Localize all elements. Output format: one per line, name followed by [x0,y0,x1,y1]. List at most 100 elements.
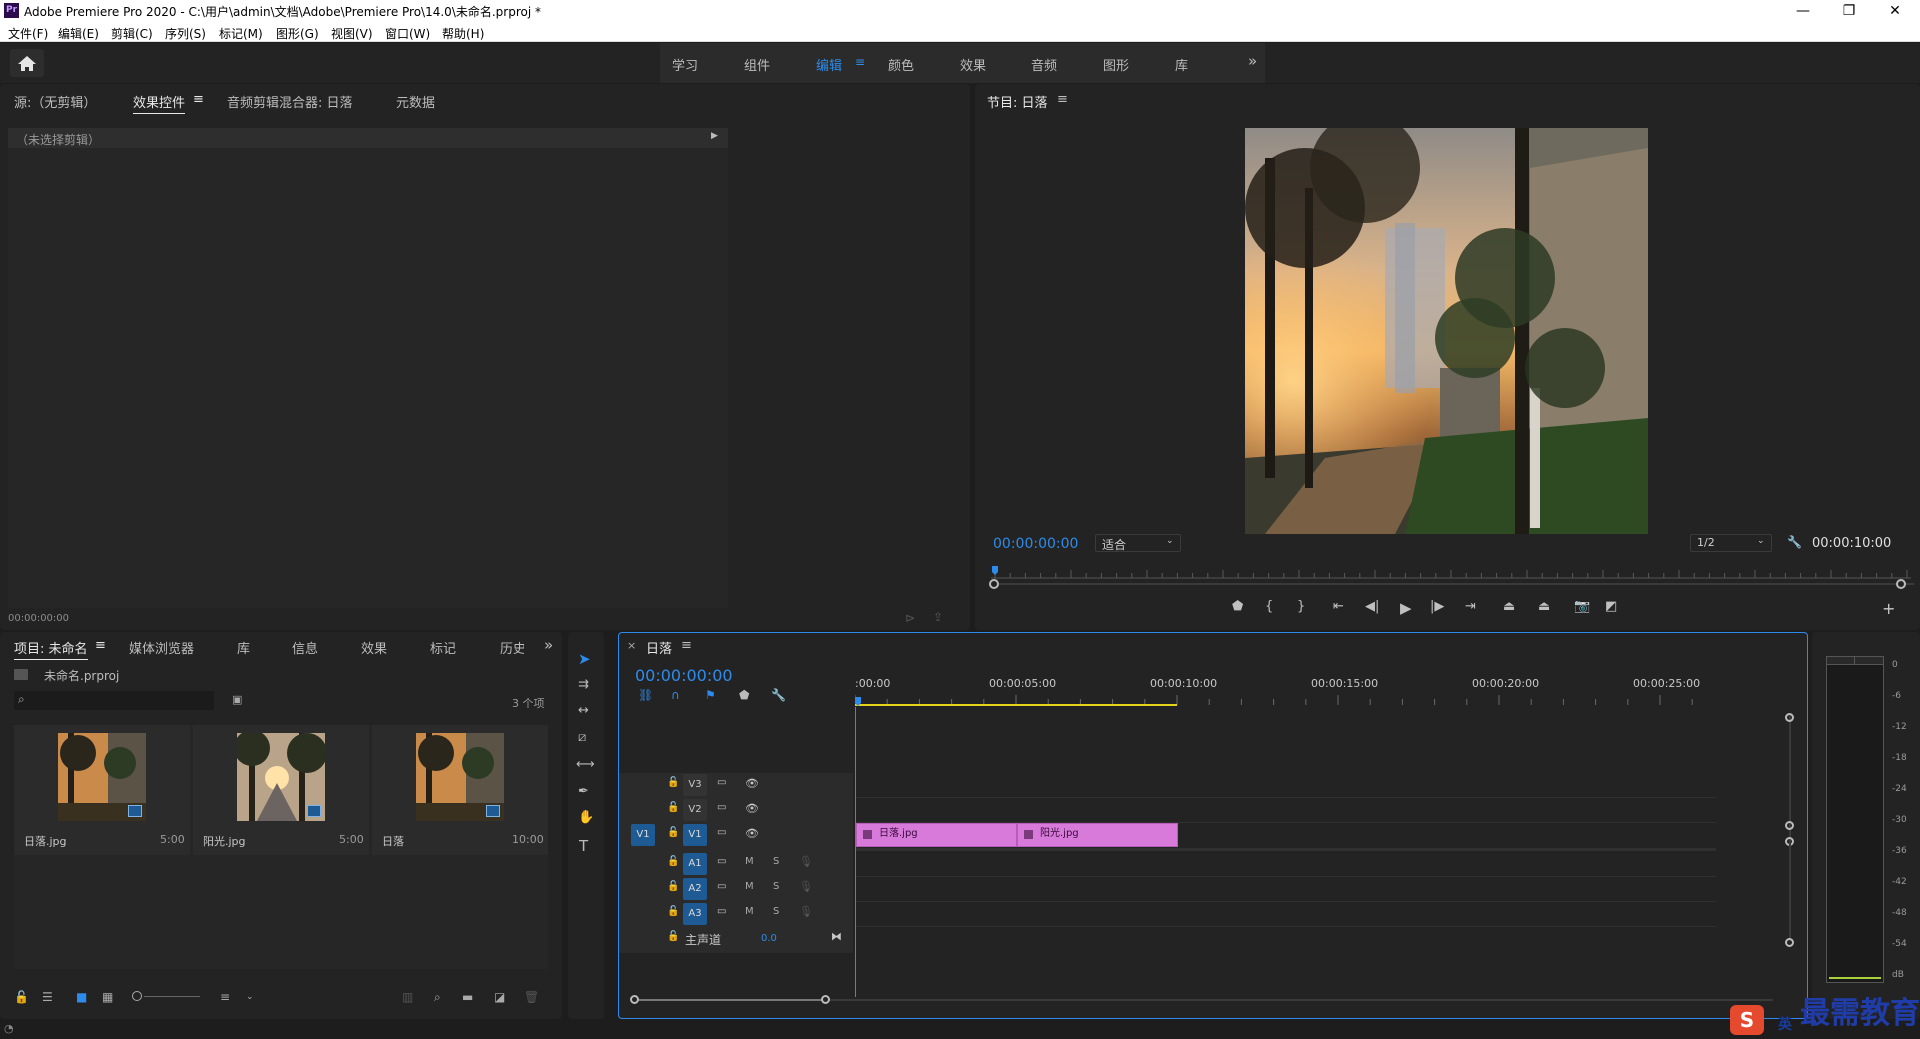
workspace-tab-assembly[interactable]: 组件 [744,55,770,74]
step-back-icon[interactable]: ◀| [1365,599,1379,614]
home-button[interactable] [10,49,44,77]
track-select-tool-icon[interactable]: ⇉ [578,677,589,692]
expand-arrow-icon[interactable]: ▶ [711,131,718,141]
menu-help[interactable]: 帮助(H) [442,25,484,42]
find-icon[interactable]: ⌕ [434,990,441,1005]
project-item[interactable]: 日落 10:00 [372,725,548,855]
track-label[interactable]: A2 [683,878,707,900]
scroll-handle[interactable] [1785,713,1794,722]
tab-history[interactable]: 历史 [500,638,524,657]
timeline-timecode[interactable]: 00:00:00:00 [635,666,733,685]
go-to-end-icon[interactable]: ⧓ [831,930,842,943]
tab-effect-controls[interactable]: 效果控件 [133,92,186,114]
sync-lock-icon[interactable]: ▭ [717,881,726,892]
clear-icon[interactable]: 🗑 [524,990,539,1004]
mute-button[interactable]: M [745,856,754,867]
menu-view[interactable]: 视图(V) [331,25,373,42]
resolution-dropdown[interactable]: 1/2 ⌄ [1690,534,1772,552]
sogou-ime-icon[interactable]: S [1730,1005,1764,1035]
workspace-tab-effects[interactable]: 效果 [960,55,986,74]
sync-lock-icon[interactable]: ▭ [717,906,726,917]
zoom-handle-left[interactable] [630,995,639,1004]
wrench-settings-icon[interactable]: 🔧 [1787,535,1802,549]
new-item-icon[interactable]: ◪ [494,990,505,1004]
mute-button[interactable]: M [745,881,754,892]
lock-icon[interactable]: 🔓 [667,827,679,838]
tab-metadata[interactable]: 元数据 [396,92,435,111]
timeline-clip[interactable]: 日落.jpg [856,823,1017,847]
program-menu-icon[interactable]: ≡ [1057,92,1068,107]
compare-view-icon[interactable]: ◩ [1605,599,1617,614]
sync-lock-icon[interactable]: ▭ [717,856,726,867]
timeline-zoom-thumb[interactable] [633,999,825,1001]
project-menu-icon[interactable]: ≡ [95,638,106,653]
project-item[interactable]: 日落.jpg 5:00 [14,725,190,855]
type-tool-icon[interactable]: T [579,837,588,855]
panel-overflow-icon[interactable]: » [544,636,553,654]
tab-info[interactable]: 信息 [292,638,318,657]
menu-file[interactable]: 文件(F) [8,25,48,42]
restore-button[interactable]: ❐ [1826,0,1872,22]
menu-sequence[interactable]: 序列(S) [165,25,206,42]
list-view-icon[interactable]: ☰ [42,990,53,1004]
zoom-scrollbar[interactable] [989,583,1914,585]
zoom-handle-right[interactable] [821,995,830,1004]
effect-controls-menu-icon[interactable]: ≡ [193,92,204,107]
tab-libraries[interactable]: 库 [237,638,250,657]
selection-tool-icon[interactable]: ➤ [578,650,591,668]
menu-graphics[interactable]: 图形(G) [276,25,319,42]
mark-in-icon[interactable]: { [1265,599,1273,614]
track-label[interactable]: V1 [683,824,707,846]
workspace-tab-graphics[interactable]: 图形 [1103,55,1129,74]
automate-to-sequence-icon[interactable]: ▥ [402,990,413,1004]
eye-icon[interactable]: 👁 [745,802,759,815]
close-sequence-button[interactable]: × [627,639,636,652]
eye-icon[interactable]: 👁 [745,827,759,840]
menu-edit[interactable]: 编辑(E) [58,25,99,42]
camera-icon[interactable]: 📷 [1574,599,1590,614]
lock-icon[interactable]: 🔓 [667,931,679,942]
tab-markers[interactable]: 标记 [430,638,456,657]
tab-effects[interactable]: 效果 [361,638,387,657]
ripple-edit-tool-icon[interactable]: ↔ [578,703,589,718]
project-search-input[interactable]: ⌕ [14,691,214,710]
sequence-menu-icon[interactable]: ≡ [681,638,692,653]
scroll-handle[interactable] [1785,821,1794,830]
master-volume-value[interactable]: 0.0 [761,933,777,944]
eye-icon[interactable]: 👁 [745,777,759,790]
tab-project[interactable]: 项目: 未命名 [14,638,88,660]
add-marker-icon[interactable]: ⬟ [1232,599,1243,614]
lock-icon[interactable]: 🔓 [667,881,679,892]
pen-tool-icon[interactable]: ✒ [578,784,589,799]
solo-button[interactable]: S [773,856,779,867]
timeline-clip[interactable]: 阳光.jpg [1017,823,1178,847]
microphone-icon[interactable]: 🎙 [799,880,813,893]
sequence-tab[interactable]: 日落 [646,638,672,657]
time-ruler[interactable]: :00:00 00:00:05:00 00:00:10:00 00:00:15:… [855,677,1715,707]
program-scrubber[interactable] [991,566,1911,580]
solo-button[interactable]: S [773,906,779,917]
add-button[interactable]: + [1882,599,1895,618]
workspace-tab-audio[interactable]: 音频 [1031,55,1057,74]
go-to-out-icon[interactable]: ⇥ [1465,599,1476,614]
nest-sequence-icon[interactable]: ⛓ [638,688,653,702]
icon-view-icon[interactable]: ■ [76,990,87,1004]
workspace-tab-learn[interactable]: 学习 [672,55,698,74]
step-forward-icon[interactable]: |▶ [1430,599,1444,614]
track-label[interactable]: V3 [683,774,707,796]
tab-audio-clip-mixer[interactable]: 音频剪辑混合器: 日落 [227,92,353,111]
new-search-bin-icon[interactable]: ▣ [232,693,242,706]
snap-magnet-icon[interactable]: ∩ [671,688,680,702]
menu-marker[interactable]: 标记(M) [219,25,263,42]
scroll-handle[interactable] [1785,938,1794,947]
zoom-handle-left[interactable] [989,579,999,589]
lock-icon[interactable]: 🔓 [667,777,679,788]
track-label[interactable]: A1 [683,853,707,875]
slip-tool-icon[interactable]: ⟷ [576,757,595,772]
workspace-tab-color[interactable]: 颜色 [888,55,914,74]
chevron-down-icon[interactable]: ⌄ [246,992,254,1002]
menu-window[interactable]: 窗口(W) [385,25,430,42]
solo-button[interactable]: S [773,881,779,892]
razor-tool-icon[interactable]: ⧄ [578,730,586,745]
sync-lock-icon[interactable]: ▭ [717,802,726,813]
